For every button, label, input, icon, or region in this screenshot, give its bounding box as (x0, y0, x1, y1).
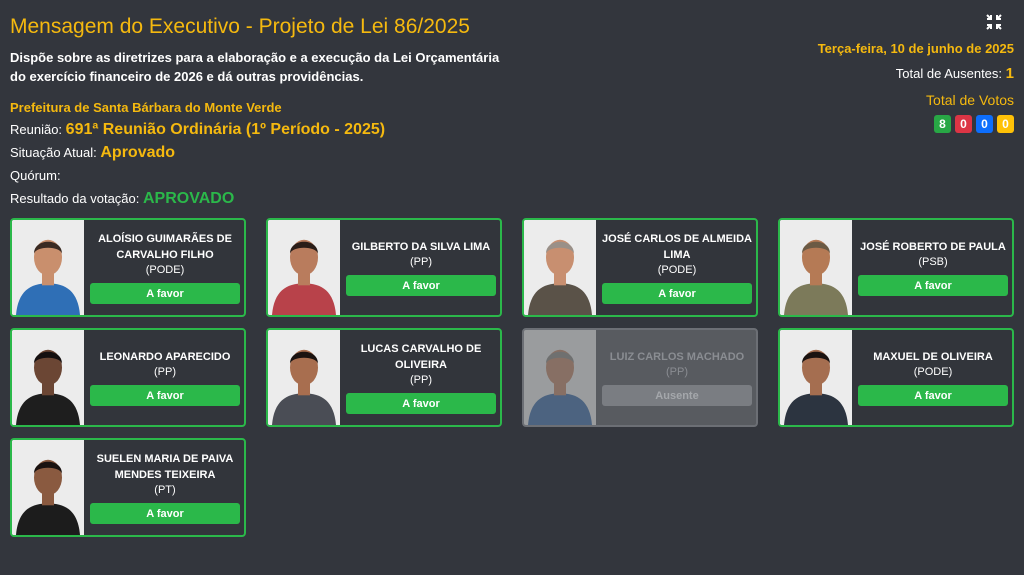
councilor-photo (780, 220, 852, 315)
councilor-info: SUELEN MARIA DE PAIVA MENDES TEIXEIRA (PT… (84, 440, 244, 535)
vote-status-badge: Ausente (602, 385, 752, 406)
vote-status-badge: A favor (858, 275, 1008, 296)
result-value: APROVADO (143, 190, 235, 207)
councilor-card[interactable]: ALOÍSIO GUIMARÃES DE CARVALHO FILHO (PODE… (10, 218, 246, 317)
vote-status-badge: A favor (346, 393, 496, 414)
councilor-card[interactable]: LUIZ CARLOS MACHADO (PP) Ausente (522, 328, 758, 427)
councilor-card[interactable]: LEONARDO APARECIDO (PP) A favor (10, 328, 246, 427)
councilor-party: (PP) (410, 256, 432, 268)
councilor-card[interactable]: GILBERTO DA SILVA LIMA (PP) A favor (266, 218, 502, 317)
meeting-label: Reunião: (10, 122, 63, 137)
vote-status-badge: A favor (90, 385, 240, 406)
councilor-name: ALOÍSIO GUIMARÃES DE CARVALHO FILHO (98, 233, 232, 261)
compress-icon[interactable] (986, 14, 1002, 30)
councilor-info: GILBERTO DA SILVA LIMA (PP) A favor (340, 220, 500, 315)
councilor-photo (268, 220, 340, 315)
councilor-name: LUCAS CARVALHO DE OLIVEIRA (360, 343, 482, 371)
votes-title: Total de Votos (926, 92, 1014, 108)
vote-status-badge: A favor (858, 385, 1008, 406)
councilor-card[interactable]: SUELEN MARIA DE PAIVA MENDES TEIXEIRA (PT… (10, 438, 246, 537)
quorum-row: Quórum: (10, 167, 530, 185)
meeting-row: Reunião: 691ª Reunião Ordinária (1º Perí… (10, 121, 530, 139)
councilor-photo (524, 330, 596, 425)
councilor-party: (PT) (154, 484, 176, 496)
outros-count-badge: 0 (997, 115, 1014, 133)
vote-status-badge: A favor (90, 283, 240, 304)
councilor-name: MAXUEL DE OLIVEIRA (873, 351, 993, 363)
abstencao-count-badge: 0 (976, 115, 993, 133)
councilor-name: SUELEN MARIA DE PAIVA MENDES TEIXEIRA (96, 453, 234, 481)
councilor-photo (12, 440, 84, 535)
result-row: Resultado da votação: APROVADO (10, 190, 530, 208)
councilor-party: (PSB) (918, 256, 948, 268)
vote-status-badge: A favor (90, 503, 240, 524)
councilor-party: (PODE) (657, 264, 697, 276)
situation-row: Situação Atual: Aprovado (10, 144, 530, 162)
vote-status-badge: A favor (602, 283, 752, 304)
councilor-party: (PODE) (145, 264, 185, 276)
header-info: Mensagem do Executivo - Projeto de Lei 8… (10, 14, 530, 208)
councilor-info: LEONARDO APARECIDO (PP) A favor (84, 330, 244, 425)
councilor-party: (PP) (666, 366, 688, 378)
favor-count-badge: 8 (934, 115, 951, 133)
councilor-photo (12, 330, 84, 425)
session-date: Terça-feira, 10 de junho de 2025 (817, 41, 1014, 56)
councilor-name: GILBERTO DA SILVA LIMA (351, 241, 491, 253)
councilor-info: LUIZ CARLOS MACHADO (PP) Ausente (596, 330, 756, 425)
summary-panel: Terça-feira, 10 de junho de 2025 Total d… (754, 14, 1014, 133)
situation-value: Aprovado (100, 144, 176, 161)
situation-label: Situação Atual: (10, 145, 97, 160)
vote-status-badge: A favor (346, 275, 496, 296)
absent-count: 1 (1005, 65, 1014, 82)
councilor-info: ALOÍSIO GUIMARÃES DE CARVALHO FILHO (PODE… (84, 220, 244, 315)
meeting-value: 691ª Reunião Ordinária (1º Período - 202… (65, 121, 386, 138)
page-title: Mensagem do Executivo - Projeto de Lei 8… (10, 15, 470, 38)
councilor-photo (780, 330, 852, 425)
councilor-photo (524, 220, 596, 315)
councilor-card[interactable]: JOSÉ ROBERTO DE PAULA (PSB) A favor (778, 218, 1014, 317)
councilor-card[interactable]: MAXUEL DE OLIVEIRA (PODE) A favor (778, 328, 1014, 427)
bill-description: Dispõe sobre as diretrizes para a elabor… (10, 50, 500, 84)
councilor-info: JOSÉ CARLOS DE ALMEIDA LIMA (PODE) A favor (596, 220, 756, 315)
councilor-party: (PP) (154, 366, 176, 378)
councilor-name: LEONARDO APARECIDO (99, 351, 231, 363)
result-label: Resultado da votação: (10, 191, 140, 206)
absent-total: Total de Ausentes: 1 (754, 65, 1014, 82)
vote-badges: 8 0 0 0 (754, 115, 1014, 133)
councilor-info: JOSÉ ROBERTO DE PAULA (PSB) A favor (852, 220, 1012, 315)
councilor-name: JOSÉ CARLOS DE ALMEIDA LIMA (602, 233, 752, 261)
councilor-photo (268, 330, 340, 425)
quorum-label: Quórum: (10, 168, 61, 183)
councilor-photo (12, 220, 84, 315)
councilor-party: (PP) (410, 374, 432, 386)
contra-count-badge: 0 (955, 115, 972, 133)
absent-label: Total de Ausentes: (895, 66, 1003, 81)
organization-name: Prefeitura de Santa Bárbara do Monte Ver… (10, 100, 282, 115)
councilor-name: LUIZ CARLOS MACHADO (609, 351, 745, 363)
councilor-card[interactable]: JOSÉ CARLOS DE ALMEIDA LIMA (PODE) A favor (522, 218, 758, 317)
councilor-info: MAXUEL DE OLIVEIRA (PODE) A favor (852, 330, 1012, 425)
councilor-name: JOSÉ ROBERTO DE PAULA (860, 241, 1006, 253)
councilor-info: LUCAS CARVALHO DE OLIVEIRA (PP) A favor (340, 330, 500, 425)
councilor-party: (PODE) (913, 366, 953, 378)
councilor-card[interactable]: LUCAS CARVALHO DE OLIVEIRA (PP) A favor (266, 328, 502, 427)
